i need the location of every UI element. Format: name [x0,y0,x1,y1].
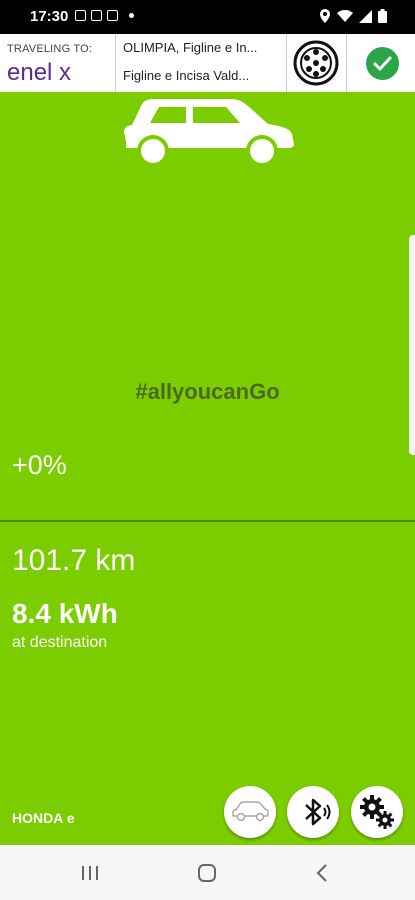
more-notifications-icon [129,13,134,18]
home-icon [198,864,216,882]
destination-name: OLIMPIA, Figline e In... [123,40,258,55]
signal-icon [359,9,372,23]
svg-text:enel x: enel x [7,60,71,86]
recents-button[interactable] [65,853,115,893]
tagline: #allyoucanGo [135,379,280,404]
home-button[interactable] [182,853,232,893]
back-button[interactable] [297,853,347,893]
section-divider [0,520,415,522]
destination-panel[interactable]: OLIMPIA, Figline e In... Figline e Incis… [116,34,286,92]
message-notification-icon [107,10,118,21]
confirm-button[interactable] [366,47,399,80]
system-icons [319,9,387,23]
location-icon [320,9,330,23]
bluetooth-icon [305,798,331,826]
brand-panel: TRAVELING TO: enel x [0,34,115,92]
trip-summary-panel: #allyoucanGo +0% 101.7 km 8.4 kWh at des… [0,92,415,845]
charging-connector-button[interactable] [291,38,341,88]
charging-connector-icon [293,40,339,86]
bluetooth-button[interactable] [287,786,339,838]
divider [286,34,287,92]
recents-icon [82,866,98,880]
image-notification-icon [75,10,86,21]
side-drawer-handle[interactable] [409,235,415,455]
traveling-label: TRAVELING TO: [7,43,93,55]
enel-x-logo: enel x [7,60,71,86]
battery-icon [378,9,387,23]
charge-percentage: +0% [12,450,67,480]
gears-icon [360,795,394,829]
status-time: 17:30 [30,8,69,25]
notification-icons [75,10,134,21]
check-icon [373,56,392,71]
back-icon [316,864,327,882]
trip-header: TRAVELING TO: enel x OLIMPIA, Figline e … [0,34,415,93]
trip-distance: 101.7 km [12,544,136,577]
destination-city: Figline e Incisa Vald... [123,68,250,83]
car-icon [232,801,269,822]
settings-button[interactable] [351,786,403,838]
divider [346,34,347,92]
energy-caption: at destination [12,634,108,651]
vehicle-model: HONDA e [12,810,75,826]
wifi-icon [337,9,353,22]
gallery-notification-icon [91,10,102,21]
car-icon [124,99,294,167]
energy-at-destination: 8.4 kWh [12,598,118,629]
status-bar: 17:30 [0,0,415,34]
vehicle-button[interactable] [224,786,276,838]
system-navigation-bar [0,845,415,900]
